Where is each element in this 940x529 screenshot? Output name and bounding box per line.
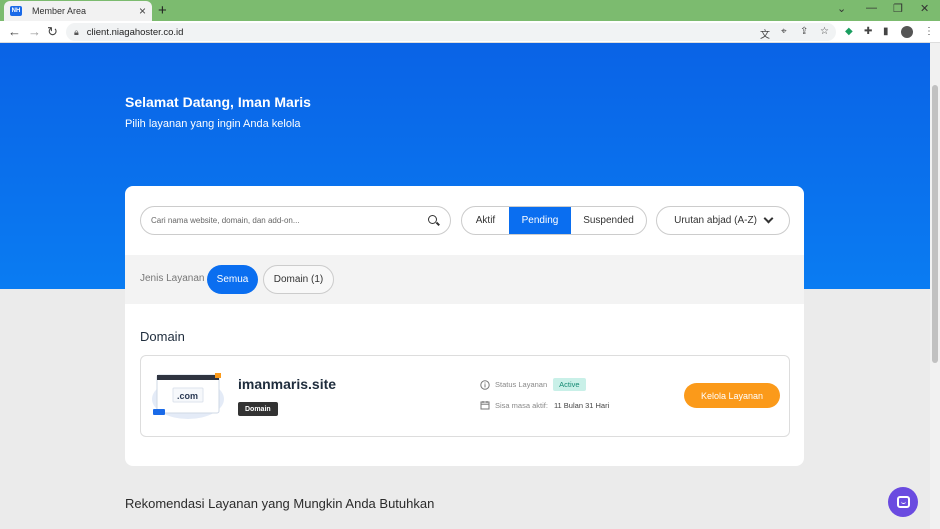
expiry-row: Sisa masa aktif: 11 Bulan 31 Hari bbox=[480, 400, 609, 410]
scrollbar-thumb[interactable] bbox=[932, 85, 938, 363]
domain-item: .com imanmaris.site Domain Status Layana… bbox=[140, 355, 790, 437]
new-tab-icon[interactable]: + bbox=[158, 2, 167, 19]
expiry-value: 11 Bulan 31 Hari bbox=[553, 400, 610, 410]
back-icon[interactable]: ← bbox=[8, 24, 21, 39]
status-filter: Aktif Pending Suspended bbox=[461, 206, 647, 235]
maximize-icon[interactable]: ❐ bbox=[893, 2, 903, 15]
url-text: client.niagahoster.co.id bbox=[86, 26, 184, 38]
recommendation-title: Rekomendasi Layanan yang Mungkin Anda Bu… bbox=[125, 496, 435, 511]
chat-button[interactable] bbox=[888, 487, 918, 517]
status-row: Status Layanan Active bbox=[480, 378, 586, 391]
info-icon bbox=[480, 379, 490, 390]
extension-shield-icon[interactable]: ◆ bbox=[845, 26, 853, 37]
welcome-title: Selamat Datang, Iman Maris bbox=[125, 94, 311, 110]
browser-tab-strip: NH Member Area × + ⌄ — ❐ ✕ bbox=[0, 0, 940, 21]
bookmark-star-icon[interactable]: ☆ bbox=[820, 26, 829, 37]
domain-type-badge: Domain bbox=[238, 402, 278, 416]
share-icon[interactable]: ⇪ bbox=[800, 26, 808, 37]
chevron-down-icon bbox=[763, 213, 774, 224]
welcome-subtitle: Pilih layanan yang ingin Anda kelola bbox=[125, 118, 301, 130]
chat-icon bbox=[896, 496, 910, 508]
close-tab-icon[interactable]: × bbox=[139, 4, 146, 18]
lock-icon[interactable]: 🔒︎ bbox=[74, 27, 79, 38]
section-title: Domain bbox=[140, 329, 185, 344]
extensions-puzzle-icon[interactable]: ✚ bbox=[864, 26, 872, 37]
filter-aktif-button[interactable]: Aktif bbox=[462, 207, 509, 234]
service-type-filter: Jenis Layanan Semua Domain (1) bbox=[125, 255, 804, 304]
tab-title: Member Area bbox=[32, 6, 87, 16]
search-placeholder: Cari nama website, domain, dan add-on... bbox=[151, 216, 300, 225]
url-field[interactable]: 🔒︎ client.niagahoster.co.id bbox=[66, 23, 836, 41]
close-window-icon[interactable]: ✕ bbox=[920, 2, 929, 15]
thumb-domain-text: .com bbox=[177, 391, 199, 401]
filter-semua-button[interactable]: Semua bbox=[207, 265, 258, 294]
manage-service-button[interactable]: Kelola Layanan bbox=[684, 383, 780, 408]
filter-domain-button[interactable]: Domain (1) bbox=[263, 265, 334, 294]
forward-icon[interactable]: → bbox=[28, 24, 41, 39]
side-panel-icon[interactable]: ▮ bbox=[883, 26, 889, 37]
calendar-icon bbox=[480, 401, 490, 410]
filter-suspended-button[interactable]: Suspended bbox=[571, 207, 646, 234]
sort-dropdown[interactable]: Urutan abjad (A-Z) bbox=[656, 206, 790, 235]
filter-pending-button[interactable]: Pending bbox=[509, 207, 571, 234]
address-bar: ← → ↻ 🔒︎ client.niagahoster.co.id 文 ⌖ ⇪ … bbox=[0, 21, 940, 43]
tab-search-icon[interactable]: ⌄ bbox=[837, 2, 846, 15]
profile-avatar[interactable] bbox=[901, 26, 913, 38]
minimize-icon[interactable]: — bbox=[866, 2, 877, 14]
status-label: Status Layanan bbox=[495, 380, 548, 389]
reload-icon[interactable]: ↻ bbox=[47, 24, 58, 40]
browser-tab[interactable]: NH Member Area × bbox=[4, 1, 152, 21]
domain-name: imanmaris.site bbox=[238, 376, 337, 392]
search-input[interactable]: Cari nama website, domain, dan add-on... bbox=[140, 206, 451, 235]
favicon-icon: NH bbox=[10, 6, 22, 16]
translate-icon[interactable]: 文 bbox=[760, 26, 770, 41]
services-card: Cari nama website, domain, dan add-on...… bbox=[125, 186, 804, 466]
location-icon[interactable]: ⌖ bbox=[781, 26, 787, 37]
page-scrollbar[interactable] bbox=[930, 43, 940, 529]
search-icon[interactable] bbox=[428, 214, 440, 227]
sort-label: Urutan abjad (A-Z) bbox=[674, 215, 757, 226]
service-type-label: Jenis Layanan bbox=[140, 273, 205, 284]
menu-kebab-icon[interactable]: ⋮ bbox=[924, 26, 934, 37]
expiry-label: Sisa masa aktif: bbox=[495, 400, 548, 410]
status-badge: Active bbox=[553, 378, 586, 391]
